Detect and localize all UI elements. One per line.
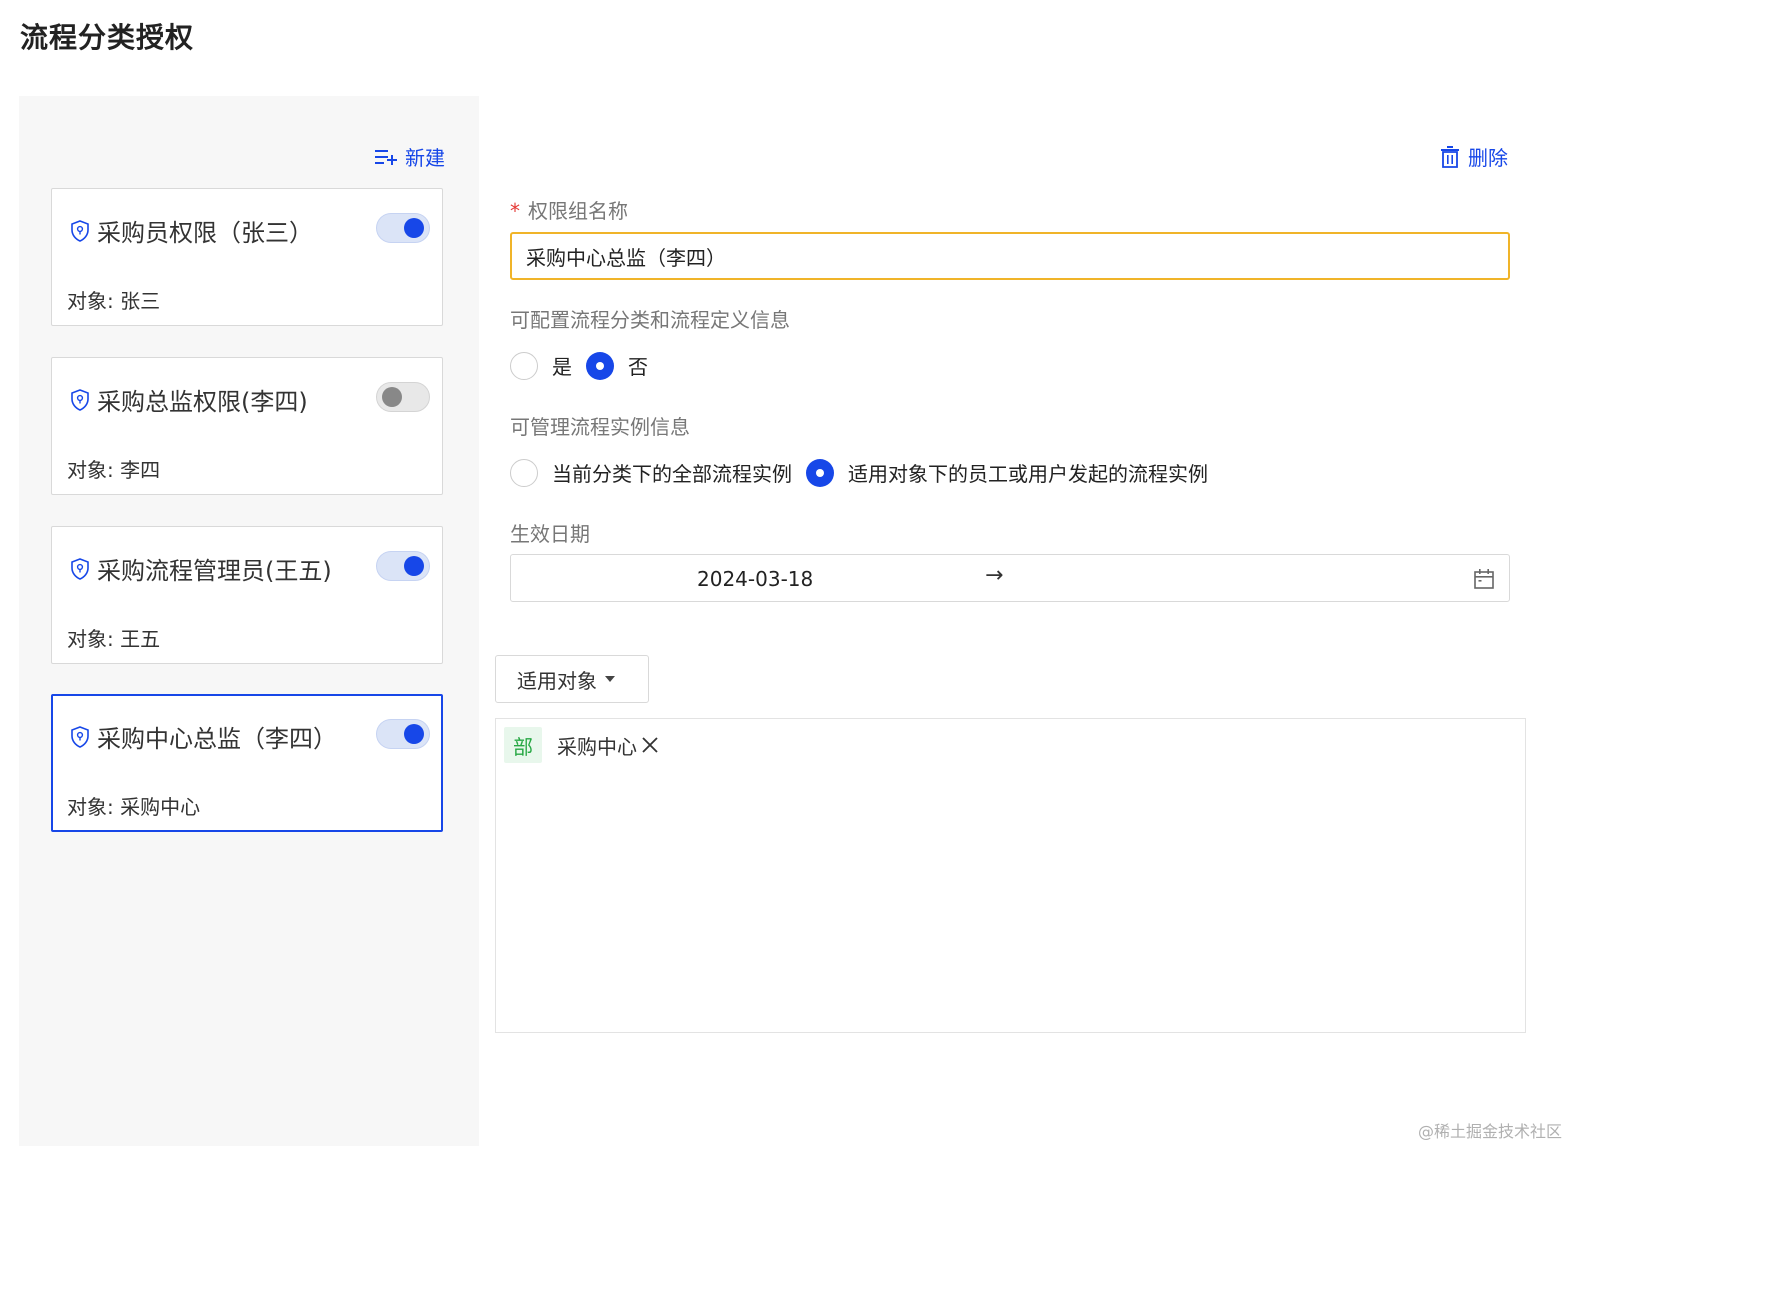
shield-icon — [71, 558, 89, 580]
group-name-label-text: 权限组名称 — [528, 199, 628, 223]
trash-icon — [1441, 145, 1459, 168]
permission-card[interactable]: 采购总监权限(李四) 对象: 李四 — [51, 357, 443, 495]
radio-manage-scoped[interactable] — [806, 458, 834, 487]
required-mark: * — [510, 199, 520, 223]
card-target: 对象: 张三 — [67, 289, 161, 313]
scope-tag-label: 采购中心 — [557, 734, 637, 759]
date-label: 生效日期 — [510, 522, 590, 546]
permission-card-selected[interactable]: 采购中心总监（李四） 对象: 采购中心 — [51, 694, 443, 832]
scope-selection-box: 部 采购中心 — [495, 718, 1526, 1033]
delete-button-label: 删除 — [1468, 146, 1508, 170]
radio-manage-all[interactable] — [510, 458, 538, 487]
date-range-picker[interactable]: 2024-03-18 → — [510, 554, 1510, 602]
enable-toggle[interactable] — [376, 382, 430, 412]
radio-config-no[interactable] — [586, 351, 614, 380]
toggle-knob — [382, 387, 402, 407]
manage-radio-group: 当前分类下的全部流程实例 适用对象下的员工或用户发起的流程实例 — [510, 458, 1222, 487]
config-label: 可配置流程分类和流程定义信息 — [510, 308, 790, 332]
card-title: 采购中心总监（李四） — [97, 725, 337, 753]
toggle-knob — [404, 724, 424, 744]
new-button[interactable]: 新建 — [375, 142, 445, 171]
enable-toggle[interactable] — [376, 551, 430, 581]
group-name-input[interactable] — [510, 232, 1510, 280]
scope-tag: 部 采购中心 — [504, 727, 659, 763]
caret-down-icon — [605, 676, 615, 682]
scope-dropdown-label: 适用对象 — [517, 668, 597, 693]
card-title: 采购总监权限(李四) — [97, 388, 308, 416]
config-radio-group: 是 否 — [510, 351, 662, 380]
toggle-knob — [404, 556, 424, 576]
permission-card[interactable]: 采购员权限（张三） 对象: 张三 — [51, 188, 443, 326]
card-target: 对象: 王五 — [67, 627, 161, 651]
scope-dropdown[interactable]: 适用对象 — [495, 655, 649, 703]
radio-manage-scoped-label: 适用对象下的员工或用户发起的流程实例 — [848, 462, 1208, 486]
page-title: 流程分类授权 — [20, 21, 195, 54]
close-icon[interactable] — [641, 736, 659, 754]
permission-card[interactable]: 采购流程管理员(王五) 对象: 王五 — [51, 526, 443, 664]
radio-manage-all-label: 当前分类下的全部流程实例 — [552, 462, 792, 486]
calendar-icon[interactable] — [1473, 568, 1495, 590]
shield-icon — [71, 726, 89, 748]
shield-icon — [71, 389, 89, 411]
radio-config-yes[interactable] — [510, 351, 538, 380]
card-title: 采购员权限（张三） — [97, 219, 313, 247]
enable-toggle[interactable] — [376, 213, 430, 243]
manage-label: 可管理流程实例信息 — [510, 415, 690, 439]
radio-config-no-label: 否 — [628, 355, 648, 379]
enable-toggle[interactable] — [376, 719, 430, 749]
card-target: 对象: 李四 — [67, 458, 161, 482]
shield-icon — [71, 220, 89, 242]
date-start-value[interactable]: 2024-03-18 — [697, 567, 813, 591]
list-add-icon — [375, 149, 397, 165]
department-badge: 部 — [504, 727, 542, 763]
delete-button[interactable]: 删除 — [1440, 142, 1508, 171]
watermark: @稀土掘金技术社区 — [1417, 1122, 1562, 1141]
radio-config-yes-label: 是 — [552, 355, 572, 379]
new-button-label: 新建 — [405, 146, 445, 170]
card-title: 采购流程管理员(王五) — [97, 557, 332, 585]
card-target: 对象: 采购中心 — [67, 795, 201, 819]
group-name-label: * 权限组名称 — [510, 195, 628, 224]
date-range-arrow: → — [985, 563, 1004, 588]
toggle-knob — [404, 218, 424, 238]
